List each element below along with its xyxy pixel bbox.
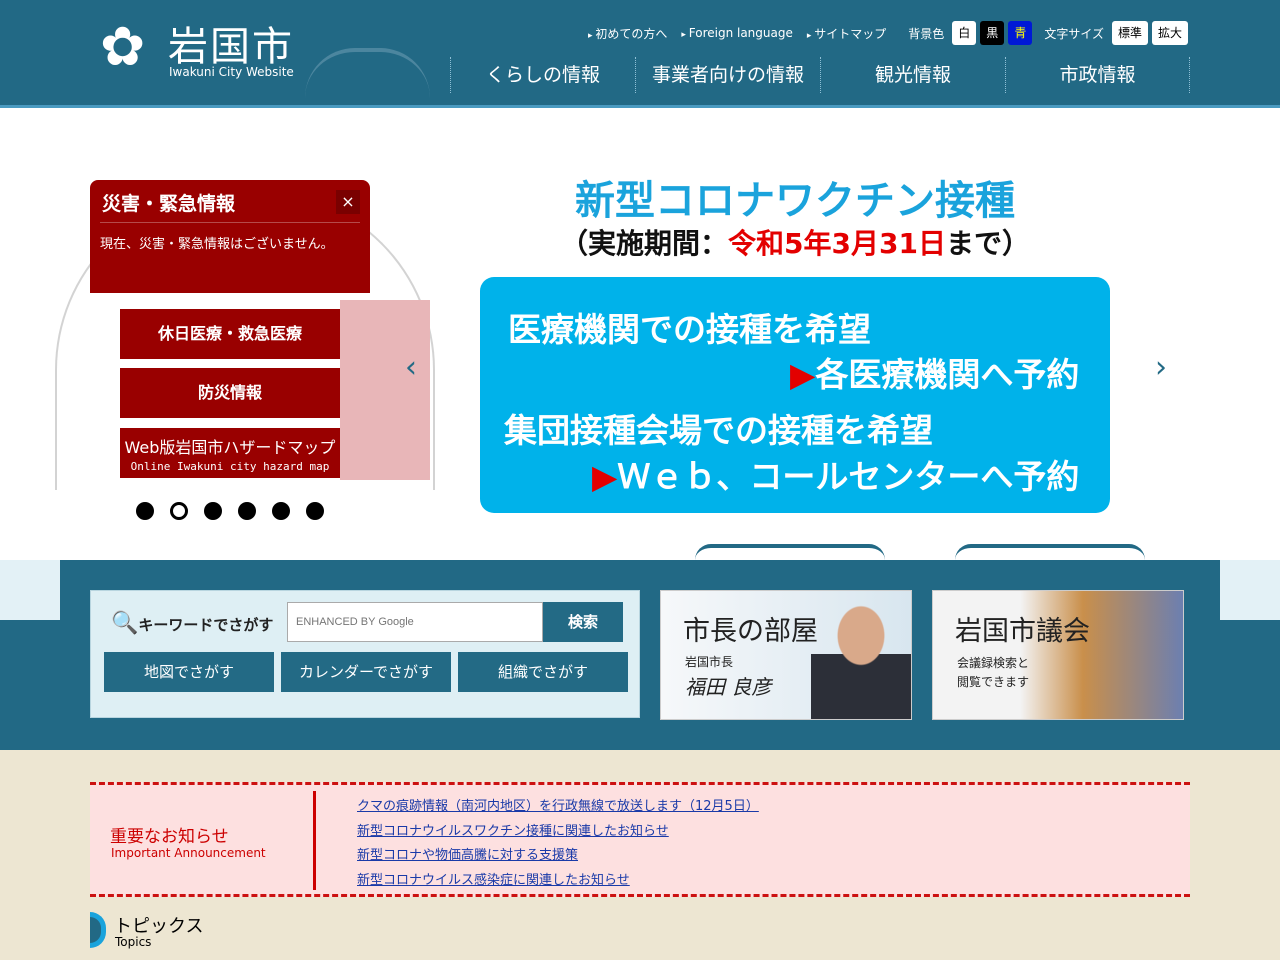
banner-line-2: 各医療機関へ予約	[815, 355, 1080, 394]
announcement-link[interactable]: 新型コロナウイルスワクチン接種に関連したお知らせ	[357, 824, 669, 839]
list-item: クマの痕跡情報（南河内地区）を行政無線で放送します（12月5日）	[357, 795, 759, 820]
mayor-title: 市長の部屋	[683, 616, 818, 647]
hazard-map-button[interactable]: Web版岩国市ハザードマップ Online Iwakuni city hazar…	[120, 428, 340, 478]
hazard-map-label: Web版岩国市ハザードマップ	[124, 438, 336, 457]
magnifier-icon: 🔍	[111, 611, 139, 636]
vaccine-banner[interactable]: 医療機関での接種を希望 ▶各医療機関へ予約 集団接種会場での接種を希望 ▶Ｗｅｂ…	[480, 277, 1110, 513]
mayor-role: 岩国市長	[685, 655, 734, 669]
slide-dot-4[interactable]	[238, 502, 256, 520]
search-input[interactable]	[287, 602, 543, 642]
bg-blue-button[interactable]: 青	[1008, 21, 1033, 45]
calendar-search-button[interactable]: カレンダーでさがす	[281, 652, 451, 692]
banner-line-3: 集団接種会場での接種を希望	[504, 411, 933, 450]
list-item: 新型コロナウイルス感染症に関連したお知らせ	[357, 869, 759, 894]
mayor-room-card[interactable]: 市長の部屋 岩国市長 福田 良彦	[660, 590, 912, 720]
bridge-decoration	[305, 48, 430, 98]
emergency-panel: 災害・緊急情報 × 現在、災害・緊急情報はございません。	[90, 180, 370, 293]
link-foreign-language[interactable]: Foreign language	[681, 26, 793, 40]
link-sitemap[interactable]: サイトマップ	[807, 25, 886, 42]
slide-dot-5[interactable]	[272, 502, 290, 520]
arrow-icon: ▶	[592, 457, 618, 496]
banner-title[interactable]: 新型コロナワクチン接種	[480, 168, 1110, 226]
sub-pre: （実施期間：	[560, 227, 729, 260]
emergency-message: 現在、災害・緊急情報はございません。	[100, 237, 334, 252]
banner-line-4: Ｗｅｂ、コールセンターへ予約	[617, 457, 1080, 496]
assembly-desc-1: 会議録検索と	[957, 656, 1030, 670]
global-nav: くらしの情報 事業者向けの情報 観光情報 市政情報	[450, 57, 1190, 93]
list-item: 新型コロナや物価高騰に対する支援策	[357, 844, 759, 869]
assembly-desc-2: 閲覧できます	[957, 675, 1030, 689]
city-assembly-card[interactable]: 岩国市議会 会議録検索と 閲覧できます	[932, 590, 1184, 720]
mayor-photo	[811, 599, 911, 719]
announcement-link[interactable]: クマの痕跡情報（南河内地区）を行政無線で放送します（12月5日）	[357, 799, 759, 814]
bridge-arch	[695, 544, 885, 560]
bridge-arch	[955, 544, 1145, 560]
announcement-link[interactable]: 新型コロナウイルス感染症に関連したお知らせ	[357, 873, 630, 888]
important-announcement: 重要なお知らせ Important Announcement クマの痕跡情報（南…	[90, 782, 1190, 897]
link-first-visit[interactable]: 初めての方へ	[588, 25, 667, 42]
announcement-link[interactable]: 新型コロナや物価高騰に対する支援策	[357, 848, 578, 863]
sub-post: まで）	[945, 227, 1030, 260]
logo-name: 岩国市	[168, 24, 294, 70]
utility-bar: 初めての方へ Foreign language サイトマップ 背景色 白 黒 青…	[588, 21, 1188, 45]
nav-living[interactable]: くらしの情報	[450, 57, 635, 93]
hazard-map-label-en: Online Iwakuni city hazard map	[130, 460, 330, 473]
font-large-button[interactable]: 拡大	[1151, 21, 1188, 45]
mayor-signature: 福田 良彦	[685, 675, 772, 699]
search-button[interactable]: 検索	[543, 602, 623, 642]
slider-dots	[136, 502, 324, 520]
sub-date: 令和5年3月31日	[728, 227, 946, 260]
nav-business[interactable]: 事業者向けの情報	[635, 57, 820, 93]
slide-dot-3[interactable]	[204, 502, 222, 520]
arrow-icon: ▶	[790, 355, 816, 394]
assembly-title: 岩国市議会	[955, 616, 1090, 647]
topics-title-en: Topics	[115, 935, 152, 949]
bg-color-label: 背景色	[908, 26, 945, 41]
slide-dot-1[interactable]	[136, 502, 154, 520]
announcement-list: クマの痕跡情報（南河内地区）を行政無線で放送します（12月5日） 新型コロナウイ…	[357, 795, 759, 893]
bg-white-button[interactable]: 白	[952, 21, 977, 45]
font-size-label: 文字サイズ	[1044, 26, 1104, 41]
divider	[313, 791, 316, 890]
logo-subtitle: Iwakuni City Website	[169, 65, 294, 79]
holiday-medical-button[interactable]: 休日医療・救急医療	[120, 309, 340, 359]
map-search-button[interactable]: 地図でさがす	[104, 652, 274, 692]
illustration-apron	[340, 300, 430, 480]
organization-search-button[interactable]: 組織でさがす	[458, 652, 628, 692]
banner-subtitle: （実施期間：令和5年3月31日まで）	[480, 222, 1110, 262]
nav-city-admin[interactable]: 市政情報	[1005, 57, 1190, 93]
disaster-info-button[interactable]: 防災情報	[120, 368, 340, 418]
list-item: 新型コロナウイルスワクチン接種に関連したお知らせ	[357, 820, 759, 845]
announcement-title: 重要なお知らせ	[110, 827, 229, 847]
slide-dot-6[interactable]	[306, 502, 324, 520]
keyword-label-text: キーワードでさがす	[138, 616, 274, 634]
announcement-title-en: Important Announcement	[111, 846, 266, 860]
emergency-title: 災害・緊急情報	[102, 193, 236, 215]
bg-black-button[interactable]: 黒	[980, 21, 1005, 45]
slide-dot-2-active[interactable]	[170, 502, 188, 520]
divider	[100, 222, 360, 223]
site-header: ✿ 岩国市 Iwakuni City Website 初めての方へ Foreig…	[0, 0, 1280, 108]
slider-next-icon[interactable]: ›	[1155, 350, 1167, 385]
font-standard-button[interactable]: 標準	[1111, 21, 1148, 45]
search-panel: 🔍キーワードでさがす 検索 地図でさがす カレンダーでさがす 組織でさがす	[90, 590, 640, 718]
keyword-search-label: 🔍キーワードでさがす	[111, 611, 273, 636]
banner-line-1: 医療機関での接種を希望	[508, 310, 871, 349]
nav-tourism[interactable]: 観光情報	[820, 57, 1005, 93]
flower-logo-icon: ✿	[100, 15, 146, 78]
close-icon[interactable]: ×	[336, 190, 360, 214]
slider-prev-icon[interactable]: ‹	[405, 350, 417, 385]
